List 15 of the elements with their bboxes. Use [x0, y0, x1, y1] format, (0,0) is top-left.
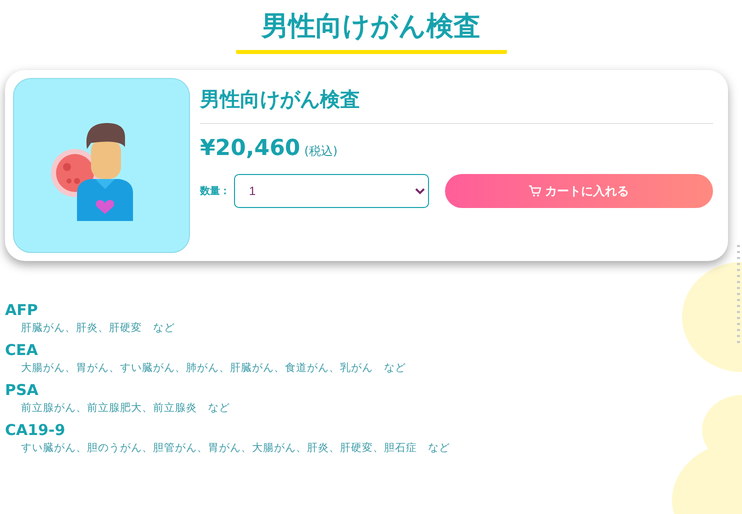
marker-description: 前立腺がん、前立腺肥大、前立腺炎 など [20, 401, 231, 415]
marker-name: CA19-9 [5, 421, 66, 439]
quantity-select[interactable]: 1 [234, 174, 429, 208]
marker-description: すい臓がん、胆のうがん、胆管がん、胃がん、大腸がん、肝炎、肝硬変、胆石症 など [20, 441, 451, 455]
marker-name: AFP [5, 301, 39, 319]
marker-description: 肝臓がん、肝炎、肝硬変 など [20, 321, 176, 335]
price: ¥20,460 [200, 136, 300, 161]
marker-name: PSA [5, 381, 40, 399]
marker-name: CEA [5, 341, 39, 359]
tax-note: (税込) [304, 143, 338, 160]
product-name: 男性向けがん検査 [200, 78, 713, 124]
cart-icon [529, 185, 541, 197]
quantity-label: 数量： [200, 184, 230, 198]
page-title: 男性向けがん検査 [236, 8, 506, 54]
marker-description: 大腸がん、胃がん、すい臓がん、肺がん、肝臓がん、食道がん、乳がん など [20, 361, 407, 375]
